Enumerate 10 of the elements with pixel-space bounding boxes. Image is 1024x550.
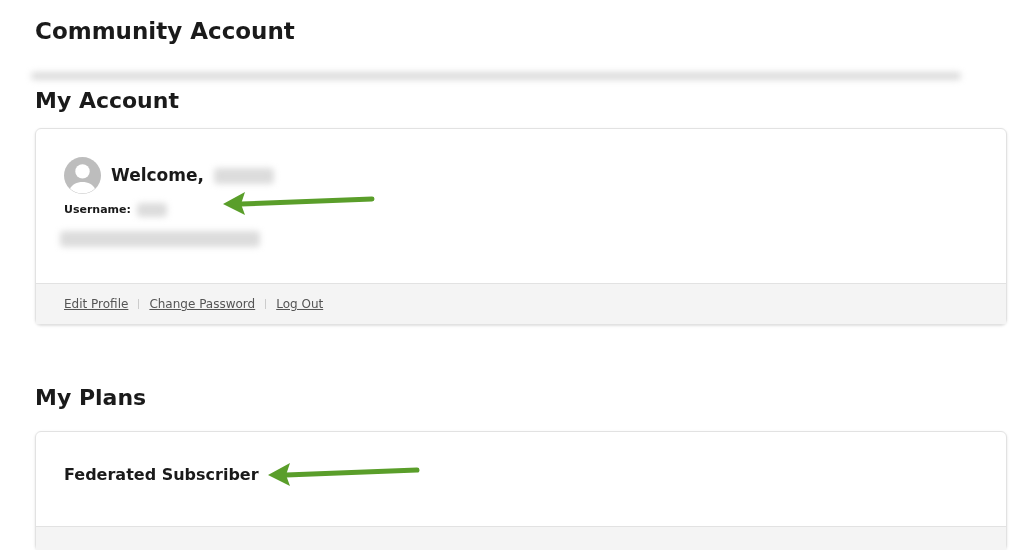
- footer-link[interactable]: Edit Profile: [64, 295, 129, 313]
- section-heading: My Account: [35, 87, 180, 115]
- plan-name: Federated Subscriber: [64, 465, 259, 484]
- username-label: Username:: [64, 202, 131, 218]
- page-title: Community Account: [35, 17, 296, 46]
- section-heading: My Plans: [35, 384, 148, 412]
- welcome-heading: Welcome,: [111, 163, 204, 187]
- footer-link[interactable]: Change Password: [149, 295, 256, 313]
- footer-link[interactable]: Log Out: [276, 295, 324, 313]
- avatar-icon: [64, 157, 101, 194]
